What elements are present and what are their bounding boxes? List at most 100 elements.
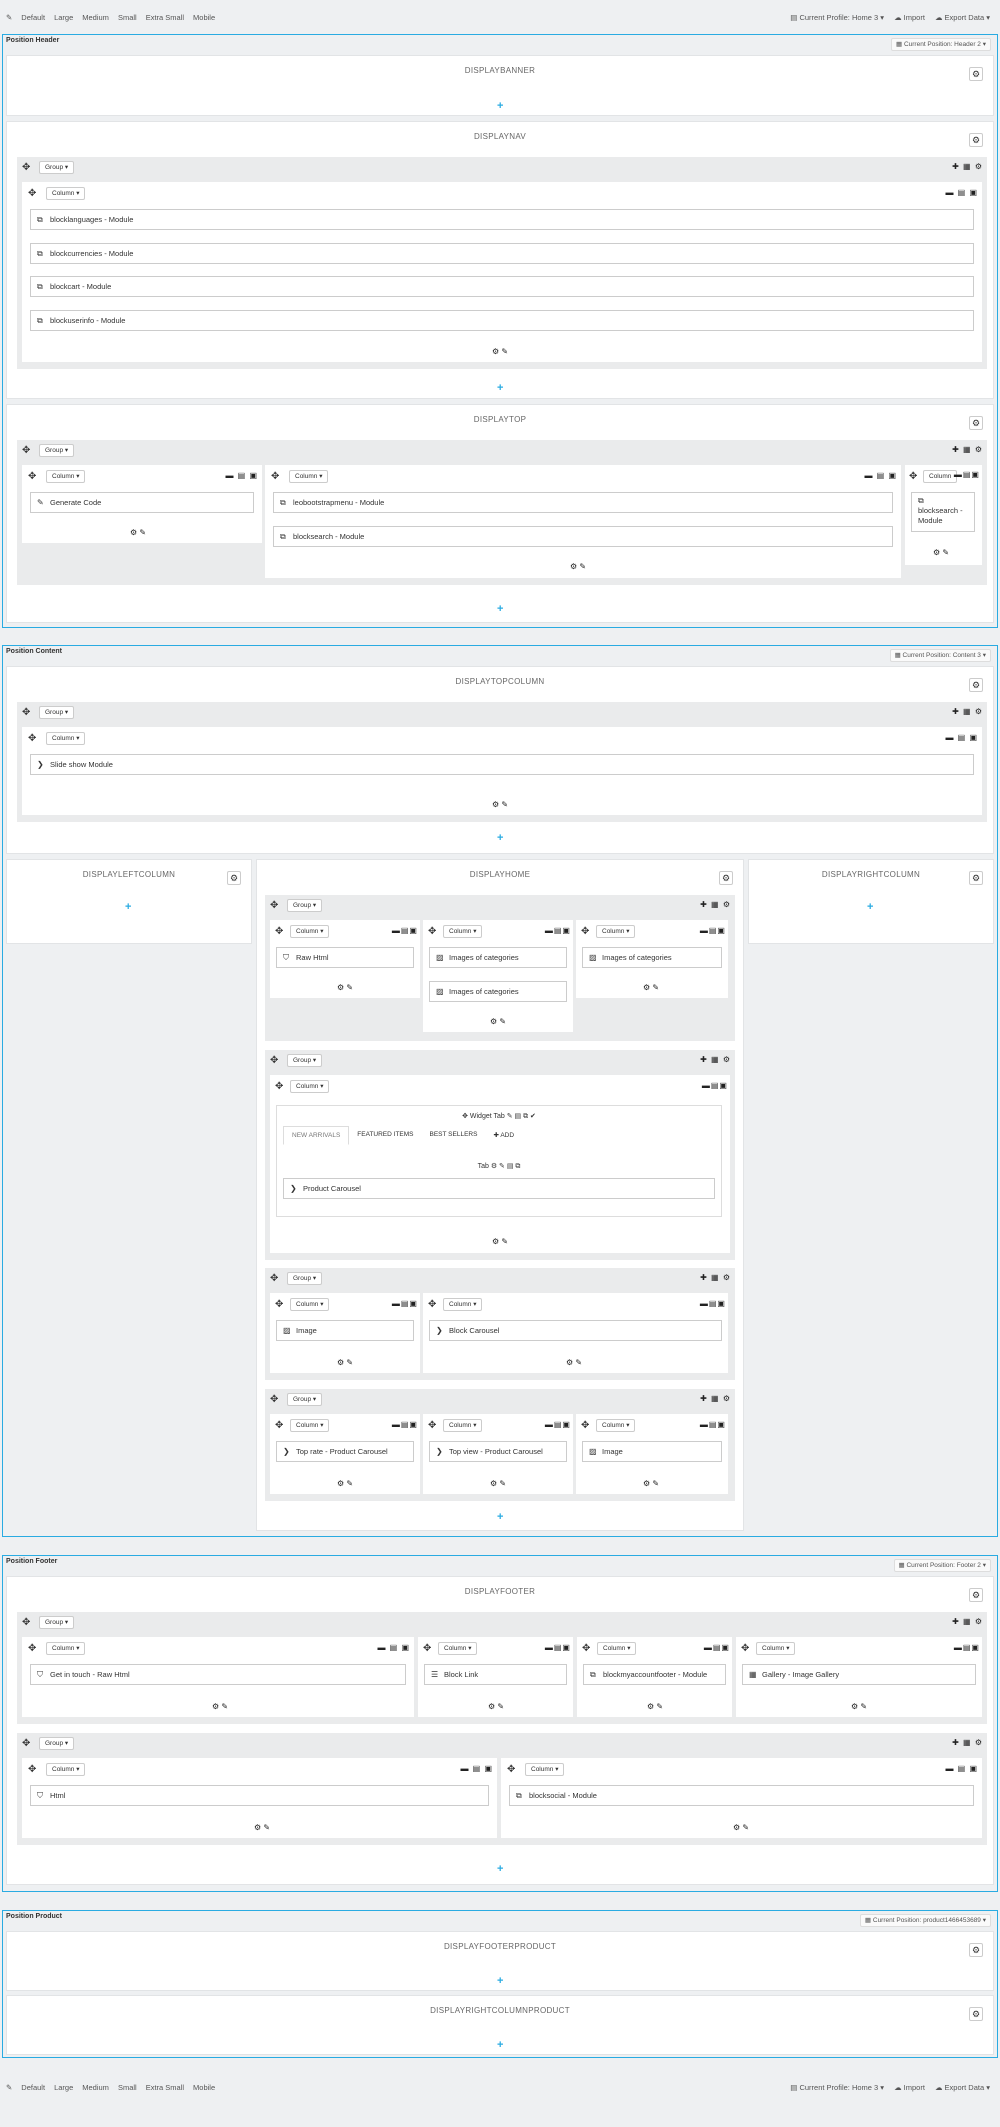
group-controls[interactable]: ✚ ▦ ⚙: [700, 1274, 731, 1282]
group-controls[interactable]: ✚ ▦ ⚙: [700, 1395, 731, 1403]
tb-small[interactable]: Small: [118, 2083, 137, 2092]
position-select[interactable]: ▦ Current Position: Footer 2 ▾: [893, 1559, 991, 1572]
gear-icon[interactable]: ⚙: [969, 1588, 983, 1602]
widget-images-of-categories[interactable]: ▨ Images of categories: [582, 947, 722, 968]
gear-icon[interactable]: ⚙: [227, 871, 241, 885]
group-controls[interactable]: ✚ ▦ ⚙: [952, 1739, 983, 1747]
move-icon[interactable]: ✥: [28, 472, 36, 482]
move-icon[interactable]: ✥: [741, 1644, 749, 1654]
move-icon[interactable]: ✥: [270, 1056, 278, 1066]
column-controls[interactable]: ▬▤▣: [700, 1421, 726, 1429]
plus-icon[interactable]: +: [497, 383, 503, 394]
gear-icon[interactable]: ⚙: [969, 416, 983, 430]
column-settings[interactable]: ⚙ ✎: [933, 549, 949, 557]
widget-image[interactable]: ▨ Image: [582, 1441, 722, 1462]
group-dropdown[interactable]: Group ▾: [39, 1737, 75, 1750]
plus-icon[interactable]: +: [867, 902, 873, 913]
column-dropdown[interactable]: Column ▾: [46, 187, 86, 200]
column-settings[interactable]: ⚙ ✎: [643, 1480, 659, 1488]
move-icon[interactable]: ✥: [275, 1300, 283, 1310]
column-dropdown[interactable]: Column ▾: [596, 1419, 636, 1432]
position-select[interactable]: ▦ Current Position: Header 2 ▾: [891, 38, 991, 51]
column-dropdown[interactable]: Column ▾: [525, 1763, 565, 1776]
column-controls[interactable]: ▬▤▣: [392, 1421, 418, 1429]
move-icon[interactable]: ✥: [22, 1618, 30, 1628]
column-settings[interactable]: ⚙ ✎: [643, 984, 659, 992]
tb-default[interactable]: Default: [21, 2083, 45, 2092]
move-icon[interactable]: ✥: [270, 1274, 278, 1284]
column-dropdown[interactable]: Column ▾: [290, 1419, 330, 1432]
move-icon[interactable]: ✥: [271, 472, 279, 482]
widget-blocksocial[interactable]: ⧉ blocksocial - Module: [509, 1785, 974, 1806]
widget-block-carousel[interactable]: ❯ Block Carousel: [429, 1320, 722, 1341]
column-controls[interactable]: ▬ ▤ ▣: [945, 1765, 978, 1773]
gear-icon[interactable]: ⚙: [969, 2007, 983, 2021]
widget-block-link[interactable]: ☰ Block Link: [424, 1664, 567, 1685]
group-dropdown[interactable]: Group ▾: [287, 899, 323, 912]
column-controls[interactable]: ▬▤▣: [700, 927, 726, 935]
column-settings[interactable]: ⚙ ✎: [492, 1238, 508, 1246]
group-controls[interactable]: ✚ ▦ ⚙: [700, 901, 731, 909]
column-dropdown[interactable]: Column ▾: [46, 732, 86, 745]
column-settings[interactable]: ⚙ ✎: [212, 1703, 228, 1711]
column-controls[interactable]: ▬▤▣: [545, 927, 571, 935]
widget-tab-header[interactable]: ✥ Widget Tab ✎ ▤ ⧉ ✔: [277, 1112, 721, 1121]
plus-icon[interactable]: +: [497, 2040, 503, 2051]
column-controls[interactable]: ▬ ▤ ▣: [377, 1644, 410, 1652]
move-icon[interactable]: ✥: [275, 1082, 283, 1092]
column-controls[interactable]: ▬ ▤ ▣: [460, 1765, 493, 1773]
column-settings[interactable]: ⚙ ✎: [566, 1359, 582, 1367]
import-button[interactable]: ☁ Import: [894, 13, 925, 22]
column-dropdown[interactable]: Column ▾: [597, 1642, 637, 1655]
group-controls[interactable]: ✚ ▦ ⚙: [952, 163, 983, 171]
profile-dropdown[interactable]: ▤ Current Profile: Home 3 ▾: [790, 13, 884, 22]
plus-icon[interactable]: +: [497, 1512, 503, 1523]
column-dropdown[interactable]: Column ▾: [46, 1642, 86, 1655]
move-icon[interactable]: ✥: [22, 1739, 30, 1749]
plus-icon[interactable]: +: [497, 101, 503, 112]
widget-images-of-categories[interactable]: ▨ Images of categories: [429, 981, 567, 1002]
column-controls[interactable]: ▬▤▣: [954, 1644, 980, 1652]
column-controls[interactable]: ▬ ▤ ▣: [945, 734, 978, 742]
widget-product-carousel[interactable]: ❯ Product Carousel: [283, 1178, 715, 1199]
gear-icon[interactable]: ⚙: [969, 133, 983, 147]
column-settings[interactable]: ⚙ ✎: [337, 984, 353, 992]
widget-raw-html[interactable]: ⛉ Raw Html: [276, 947, 414, 968]
move-icon[interactable]: ✥: [582, 1644, 590, 1654]
group-dropdown[interactable]: Group ▾: [39, 1616, 75, 1629]
move-icon[interactable]: ✥: [28, 189, 36, 199]
column-settings[interactable]: ⚙ ✎: [490, 1480, 506, 1488]
move-icon[interactable]: ✥: [22, 708, 30, 718]
tb-default[interactable]: Default: [21, 13, 45, 22]
column-settings[interactable]: ⚙ ✎: [492, 348, 508, 356]
group-controls[interactable]: ✚ ▦ ⚙: [952, 1618, 983, 1626]
widget-images-of-categories[interactable]: ▨ Images of categories: [429, 947, 567, 968]
tab-pane-header[interactable]: Tab ⚙ ✎ ▤ ⧉: [277, 1162, 721, 1171]
pencil-icon[interactable]: ✎: [6, 2083, 12, 2092]
column-settings[interactable]: ⚙ ✎: [254, 1824, 270, 1832]
move-icon[interactable]: ✥: [428, 1300, 436, 1310]
widget-blocksearch[interactable]: ⧉ blocksearch - Module: [273, 526, 893, 547]
widget-blocksearch-small[interactable]: ⧉ blocksearch - Module: [911, 492, 975, 532]
column-dropdown[interactable]: Column ▾: [46, 470, 86, 483]
tb-mobile[interactable]: Mobile: [193, 2083, 215, 2092]
column-dropdown[interactable]: Column ▾: [443, 925, 483, 938]
column-settings[interactable]: ⚙ ✎: [337, 1480, 353, 1488]
export-button[interactable]: ☁ Export Data ▾: [935, 2083, 990, 2092]
column-controls[interactable]: ▬▤▣: [545, 1644, 571, 1652]
column-settings[interactable]: ⚙ ✎: [492, 801, 508, 809]
gear-icon[interactable]: ⚙: [969, 678, 983, 692]
gear-icon[interactable]: ⚙: [969, 871, 983, 885]
move-icon[interactable]: ✥: [275, 1421, 283, 1431]
move-icon[interactable]: ✥: [270, 901, 278, 911]
position-select[interactable]: ▦ Current Position: Content 3 ▾: [889, 649, 991, 662]
group-dropdown[interactable]: Group ▾: [39, 444, 75, 457]
widget-top-view[interactable]: ❯ Top view - Product Carousel: [429, 1441, 567, 1462]
widget-blockuserinfo[interactable]: ⧉ blockuserinfo - Module: [30, 310, 974, 331]
widget-top-rate[interactable]: ❯ Top rate - Product Carousel: [276, 1441, 414, 1462]
column-controls[interactable]: ▬▤▣: [702, 1082, 728, 1090]
plus-icon[interactable]: +: [497, 1976, 503, 1987]
tb-mobile[interactable]: Mobile: [193, 13, 215, 22]
tb-extra-small[interactable]: Extra Small: [146, 13, 184, 22]
tb-extra-small[interactable]: Extra Small: [146, 2083, 184, 2092]
